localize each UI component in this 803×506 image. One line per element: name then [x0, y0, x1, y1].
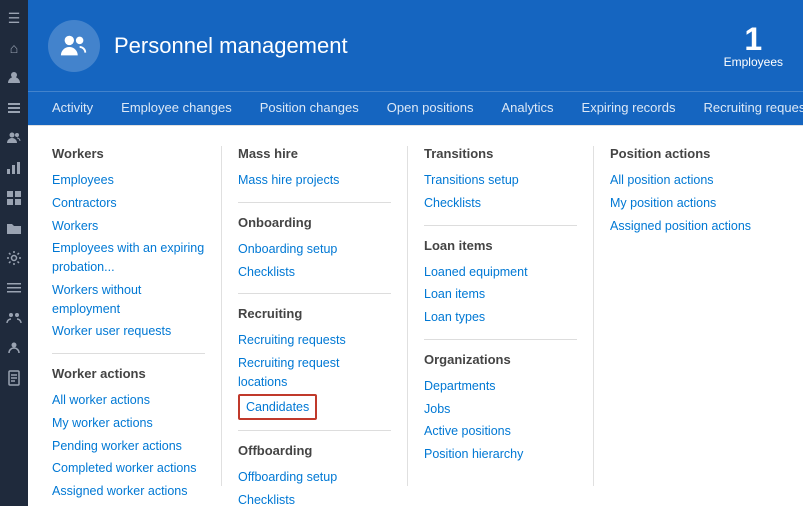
link-my-worker-actions[interactable]: My worker actions	[52, 412, 205, 435]
worker-actions-section-title: Worker actions	[52, 366, 205, 381]
offboarding-section-title: Offboarding	[238, 443, 391, 458]
link-pending-worker-actions[interactable]: Pending worker actions	[52, 435, 205, 458]
recruiting-section-title: Recruiting	[238, 306, 391, 321]
sidebar-person2-icon[interactable]	[0, 334, 28, 362]
organizations-section-title: Organizations	[424, 352, 577, 367]
main-content: Personnel management 1 Employees Activit…	[28, 0, 803, 506]
sidebar-chart-icon[interactable]	[0, 154, 28, 182]
link-employees[interactable]: Employees	[52, 169, 205, 192]
link-onboarding-setup[interactable]: Onboarding setup	[238, 238, 391, 261]
link-candidates[interactable]: Candidates	[238, 394, 317, 421]
link-my-position-actions[interactable]: My position actions	[610, 192, 763, 215]
link-assigned-position-actions[interactable]: Assigned position actions	[610, 215, 763, 238]
link-completed-worker-actions[interactable]: Completed worker actions	[52, 457, 205, 480]
employee-stat: 1 Employees	[724, 23, 783, 69]
link-position-hierarchy[interactable]: Position hierarchy	[424, 443, 577, 466]
employee-label: Employees	[724, 55, 783, 69]
link-transitions-checklists[interactable]: Checklists	[424, 192, 577, 215]
link-mass-hire-projects[interactable]: Mass hire projects	[238, 169, 391, 192]
link-offboarding-setup[interactable]: Offboarding setup	[238, 466, 391, 489]
sidebar: ☰ ⌂	[0, 0, 28, 506]
col-workers: Workers Employees Contractors Workers Em…	[52, 146, 222, 486]
sidebar-user-icon[interactable]	[0, 64, 28, 92]
mass-hire-section-title: Mass hire	[238, 146, 391, 161]
nav-expiring-records[interactable]: Expiring records	[568, 92, 690, 125]
employee-count: 1	[724, 23, 783, 55]
workers-section-title: Workers	[52, 146, 205, 161]
nav-open-positions[interactable]: Open positions	[373, 92, 488, 125]
page-header: Personnel management 1 Employees	[28, 0, 803, 91]
link-offboarding-checklists[interactable]: Checklists	[238, 489, 391, 506]
col3-divider2	[424, 339, 577, 340]
link-loan-items[interactable]: Loan items	[424, 283, 577, 306]
link-all-position-actions[interactable]: All position actions	[610, 169, 763, 192]
nav-recruiting-requests[interactable]: Recruiting requests	[689, 92, 803, 125]
transitions-section-title: Transitions	[424, 146, 577, 161]
loan-items-section-title: Loan items	[424, 238, 577, 253]
link-employees-probation[interactable]: Employees with an expiring probation...	[52, 237, 205, 279]
sidebar-grid-icon[interactable]	[0, 184, 28, 212]
sidebar-team-icon[interactable]	[0, 304, 28, 332]
sidebar-doc-icon[interactable]	[0, 364, 28, 392]
link-recruiting-request-locations[interactable]: Recruiting request locations	[238, 352, 391, 394]
sidebar-home-icon[interactable]: ⌂	[0, 34, 28, 62]
link-active-positions[interactable]: Active positions	[424, 420, 577, 443]
position-actions-section-title: Position actions	[610, 146, 763, 161]
nav-position-changes[interactable]: Position changes	[246, 92, 373, 125]
col2-divider1	[238, 202, 391, 203]
col-hiring: Mass hire Mass hire projects Onboarding …	[222, 146, 408, 486]
link-departments[interactable]: Departments	[424, 375, 577, 398]
col1-divider	[52, 353, 205, 354]
sidebar-menu-icon[interactable]: ☰	[0, 4, 28, 32]
col-transitions: Transitions Transitions setup Checklists…	[408, 146, 594, 486]
link-contractors[interactable]: Contractors	[52, 192, 205, 215]
nav-analytics[interactable]: Analytics	[488, 92, 568, 125]
link-worker-user-requests[interactable]: Worker user requests	[52, 320, 205, 343]
link-jobs[interactable]: Jobs	[424, 398, 577, 421]
nav-activity[interactable]: Activity	[38, 92, 107, 125]
sidebar-gear-icon[interactable]	[0, 244, 28, 272]
nav-bar: Activity Employee changes Position chang…	[28, 91, 803, 125]
col2-divider2	[238, 293, 391, 294]
link-all-worker-actions[interactable]: All worker actions	[52, 389, 205, 412]
link-workers[interactable]: Workers	[52, 215, 205, 238]
col-position-actions: Position actions All position actions My…	[594, 146, 779, 486]
link-loan-types[interactable]: Loan types	[424, 306, 577, 329]
sidebar-people-icon[interactable]	[0, 124, 28, 152]
sidebar-list-icon[interactable]	[0, 94, 28, 122]
col2-divider3	[238, 430, 391, 431]
link-loaned-equipment[interactable]: Loaned equipment	[424, 261, 577, 284]
page-title: Personnel management	[114, 33, 348, 59]
onboarding-section-title: Onboarding	[238, 215, 391, 230]
link-workers-no-employment[interactable]: Workers without employment	[52, 279, 205, 321]
link-transitions-setup[interactable]: Transitions setup	[424, 169, 577, 192]
sidebar-folder-icon[interactable]	[0, 214, 28, 242]
link-assigned-worker-actions[interactable]: Assigned worker actions	[52, 480, 205, 503]
nav-employee-changes[interactable]: Employee changes	[107, 92, 246, 125]
link-onboarding-checklists[interactable]: Checklists	[238, 261, 391, 284]
header-icon	[48, 20, 100, 72]
link-recruiting-requests[interactable]: Recruiting requests	[238, 329, 391, 352]
sidebar-lines-icon[interactable]	[0, 274, 28, 302]
col3-divider1	[424, 225, 577, 226]
links-dropdown: Workers Employees Contractors Workers Em…	[28, 125, 803, 506]
